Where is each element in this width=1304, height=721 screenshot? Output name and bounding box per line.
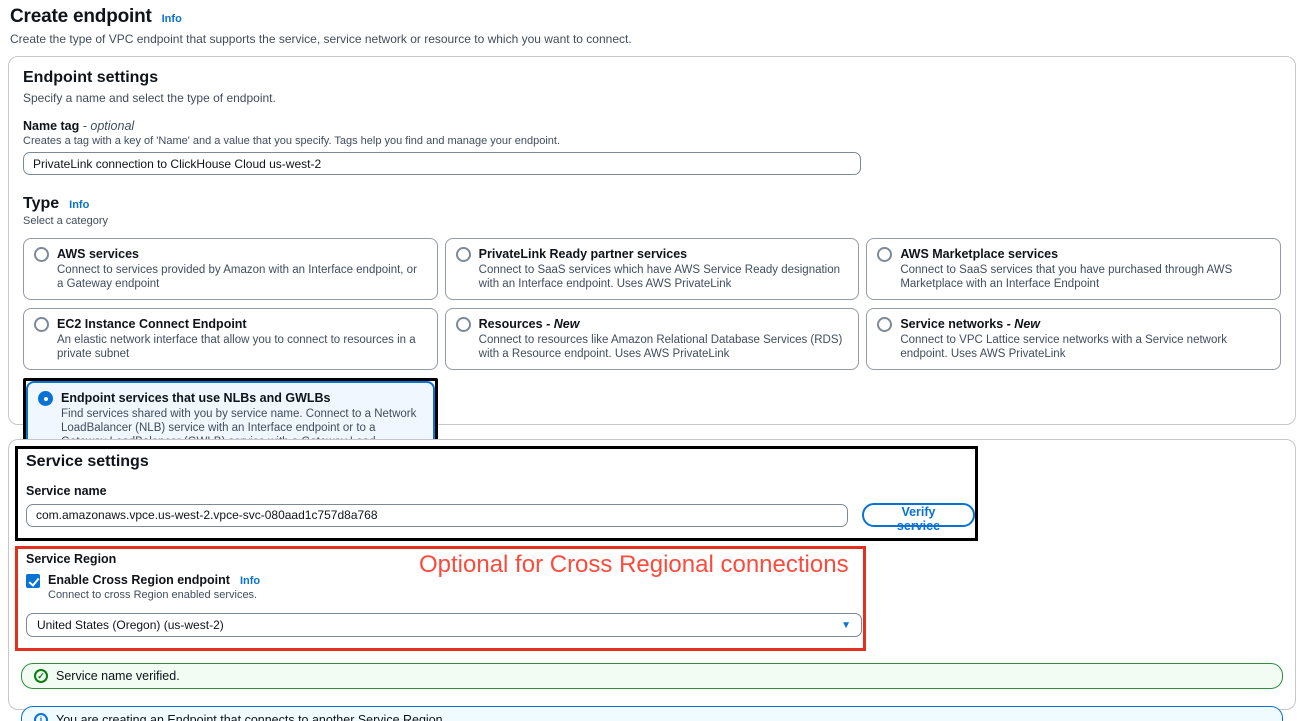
chevron-down-icon: ▼ <box>841 620 851 631</box>
tile-aws-marketplace-services[interactable]: AWS Marketplace services Connect to SaaS… <box>866 238 1281 300</box>
tile-title: Endpoint services that use NLBs and GWLB… <box>61 390 421 406</box>
radio-icon[interactable] <box>877 247 892 262</box>
radio-icon[interactable] <box>34 317 49 332</box>
verify-service-button[interactable]: Verify service <box>862 503 975 527</box>
radio-icon[interactable] <box>877 317 892 332</box>
name-tag-label: Name tag - optional <box>23 119 1281 133</box>
tile-title: PrivateLink Ready partner services <box>479 246 847 262</box>
radio-selected-icon[interactable] <box>38 391 53 406</box>
tile-aws-services[interactable]: AWS services Connect to services provide… <box>23 238 438 300</box>
page-subtitle: Create the type of VPC endpoint that sup… <box>10 32 1296 46</box>
cross-region-checkbox[interactable] <box>26 574 40 588</box>
tile-resources[interactable]: Resources - New Connect to resources lik… <box>445 308 860 370</box>
success-banner: ✓ Service name verified. <box>21 663 1283 689</box>
radio-icon[interactable] <box>34 247 49 262</box>
page-title-info-link[interactable]: Info <box>162 13 182 25</box>
page-header: Create endpoint Info Create the type of … <box>8 6 1296 46</box>
type-heading: Type <box>23 195 59 213</box>
success-banner-text: Service name verified. <box>56 669 180 683</box>
tile-title: AWS services <box>57 246 425 262</box>
tile-description: Connect to resources like Amazon Relatio… <box>479 333 847 361</box>
red-annotation-text: Optional for Cross Regional connections <box>419 551 849 579</box>
tile-service-networks[interactable]: Service networks - New Connect to VPC La… <box>866 308 1281 370</box>
tile-description: Connect to SaaS services which have AWS … <box>479 263 847 291</box>
radio-icon[interactable] <box>456 317 471 332</box>
service-name-label: Service name <box>26 484 975 498</box>
name-tag-help: Creates a tag with a key of 'Name' and a… <box>23 135 1281 147</box>
black-annotation-box-service-settings: Service settings Service name Verify ser… <box>15 446 978 541</box>
tile-title: EC2 Instance Connect Endpoint <box>57 316 425 332</box>
create-endpoint-page: Create endpoint Info Create the type of … <box>0 0 1304 710</box>
new-badge: - New <box>546 317 579 331</box>
radio-icon[interactable] <box>456 247 471 262</box>
new-badge: - New <box>1007 317 1040 331</box>
success-check-icon: ✓ <box>34 669 48 683</box>
tile-description: Connect to SaaS services that you have p… <box>900 263 1268 291</box>
endpoint-settings-heading: Endpoint settings <box>23 69 1281 87</box>
service-name-input[interactable] <box>26 504 848 527</box>
endpoint-settings-description: Specify a name and select the type of en… <box>23 91 1281 105</box>
tile-description: Connect to VPC Lattice service networks … <box>900 333 1268 361</box>
name-tag-input[interactable] <box>23 152 861 175</box>
name-tag-optional: - optional <box>83 119 134 133</box>
info-circle-icon: i <box>34 713 48 721</box>
endpoint-settings-card: Endpoint settings Specify a name and sel… <box>8 56 1296 425</box>
tile-privatelink-partner-services[interactable]: PrivateLink Ready partner services Conne… <box>445 238 860 300</box>
region-select-value: United States (Oregon) (us-west-2) <box>37 618 224 632</box>
tile-title: Service networks - New <box>900 316 1268 332</box>
cross-region-info-link[interactable]: Info <box>240 575 260 587</box>
tile-ec2-instance-connect[interactable]: EC2 Instance Connect Endpoint An elastic… <box>23 308 438 370</box>
cross-region-checkbox-label: Enable Cross Region endpoint <box>48 573 230 587</box>
info-banner: i You are creating an Endpoint that conn… <box>21 706 1283 721</box>
service-settings-heading: Service settings <box>26 453 975 471</box>
info-banner-text: You are creating an Endpoint that connec… <box>56 713 443 721</box>
tile-title: AWS Marketplace services <box>900 246 1268 262</box>
type-info-link[interactable]: Info <box>69 199 89 211</box>
page-title: Create endpoint <box>10 6 152 28</box>
service-settings-card: Service settings Service name Verify ser… <box>8 439 1296 710</box>
cross-region-help: Connect to cross Region enabled services… <box>48 589 260 601</box>
type-description: Select a category <box>23 215 1281 227</box>
region-select[interactable]: United States (Oregon) (us-west-2) ▼ <box>26 613 862 637</box>
tile-description: Connect to services provided by Amazon w… <box>57 263 425 291</box>
tile-title: Resources - New <box>479 316 847 332</box>
tile-description: An elastic network interface that allow … <box>57 333 425 361</box>
